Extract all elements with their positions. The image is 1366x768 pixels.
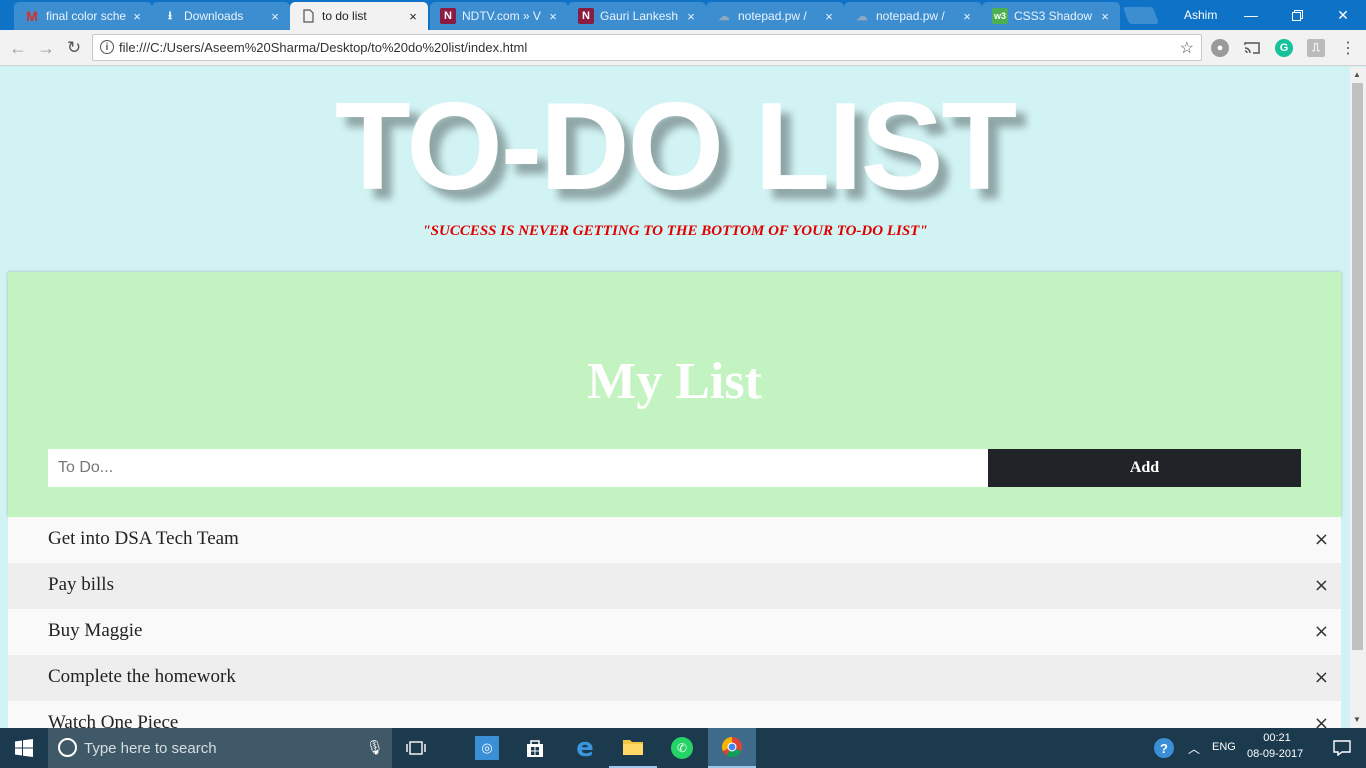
tab-close-icon[interactable]: × [546, 9, 560, 24]
list-header: My List Add [8, 272, 1341, 517]
close-icon[interactable]: × [1314, 713, 1329, 728]
ndtv-icon: N [578, 8, 594, 24]
search-placeholder: Type here to search [84, 740, 217, 757]
address-url[interactable]: file:///C:/Users/Aseem%20Sharma/Desktop/… [119, 40, 527, 55]
list-heading: My List [587, 353, 762, 410]
scroll-down-icon[interactable]: ▼ [1353, 715, 1361, 724]
todo-text: Complete the homework [48, 666, 236, 687]
tab-close-icon[interactable]: × [960, 9, 974, 24]
close-icon[interactable]: × [1314, 667, 1329, 688]
tab-title: Gauri Lankesh [600, 9, 679, 23]
file-explorer-icon[interactable] [609, 728, 657, 768]
extension-icon[interactable]: ● [1211, 39, 1229, 57]
todo-text: Watch One Piece [48, 712, 179, 728]
tab-ndtv[interactable]: N NDTV.com » V × [430, 2, 568, 30]
cortana-icon [58, 738, 77, 757]
page-title: TO-DO LIST [334, 78, 1017, 216]
whatsapp-icon[interactable]: ✆ [658, 728, 706, 768]
tab-title: to do list [322, 9, 367, 23]
reload-icon[interactable]: ↻ [62, 36, 86, 60]
tab-title: NDTV.com » V [462, 9, 541, 23]
tab-title: CSS3 Shadow [1014, 9, 1093, 23]
cast-icon[interactable] [1243, 39, 1261, 57]
tab-close-icon[interactable]: × [130, 9, 144, 24]
page-scrollbar[interactable]: ▲ ▼ [1350, 67, 1366, 728]
grammarly-icon[interactable]: G [1275, 39, 1293, 57]
tab-title: notepad.pw / [738, 9, 807, 23]
language-indicator[interactable]: ENG [1212, 741, 1236, 753]
tab-close-icon[interactable]: × [684, 9, 698, 24]
scroll-up-icon[interactable]: ▲ [1353, 70, 1361, 79]
close-icon[interactable]: × [1314, 575, 1329, 596]
list-item[interactable]: Complete the homework × [8, 655, 1341, 701]
todo-input[interactable] [48, 449, 988, 487]
close-icon[interactable]: × [1314, 621, 1329, 642]
edge-icon[interactable]: e [561, 728, 609, 768]
windows-start-icon[interactable] [0, 728, 48, 768]
tab-gmail[interactable]: M final color sche × [14, 2, 152, 30]
page-content: TO-DO LIST "SUCCESS IS NEVER GETTING TO … [0, 67, 1350, 728]
tab-gauri-lankesh[interactable]: N Gauri Lankesh × [568, 2, 706, 30]
tab-close-icon[interactable]: × [268, 9, 282, 24]
list-item[interactable]: Get into DSA Tech Team × [8, 517, 1341, 563]
tab-title: notepad.pw / [876, 9, 945, 23]
windows-taskbar: Type here to search 🎙 ◎ e ✆ ? ︿ ENG 00:2… [0, 728, 1366, 768]
minimize-icon[interactable]: — [1228, 0, 1274, 30]
gmail-icon: M [26, 8, 38, 24]
info-icon[interactable]: i [100, 40, 114, 54]
todo-list: Get into DSA Tech Team × Pay bills × Buy… [8, 517, 1341, 728]
forward-icon[interactable]: → [34, 36, 58, 60]
scroll-thumb[interactable] [1352, 83, 1363, 650]
add-button[interactable]: Add [988, 449, 1301, 487]
clock-time[interactable]: 00:21 [1262, 732, 1292, 744]
clock-date[interactable]: 08-09-2017 [1247, 748, 1303, 760]
tray-chevron-up-icon[interactable]: ︿ [1182, 728, 1206, 768]
microphone-icon[interactable]: 🎙 [366, 739, 384, 756]
tab-title: final color sche [46, 9, 126, 23]
tab-notepad-1[interactable]: ☁ notepad.pw / × [706, 2, 844, 30]
tab-title: Downloads [184, 9, 244, 23]
ndtv-icon: N [440, 8, 456, 24]
browser-toolbar: ← → ↻ i file:///C:/Users/Aseem%20Sharma/… [0, 30, 1366, 66]
task-view-icon[interactable] [392, 728, 440, 768]
document-icon [300, 8, 316, 24]
tab-close-icon[interactable]: × [406, 9, 420, 24]
taskbar-search[interactable]: Type here to search 🎙 [48, 728, 392, 768]
list-item[interactable]: Watch One Piece × [8, 701, 1341, 728]
tab-close-icon[interactable]: × [822, 9, 836, 24]
w3-icon: w3 [992, 8, 1008, 24]
store-icon[interactable] [511, 728, 559, 768]
todo-text: Buy Maggie [48, 620, 143, 641]
address-bar[interactable]: i file:///C:/Users/Aseem%20Sharma/Deskto… [92, 34, 1202, 61]
chrome-icon[interactable] [708, 728, 756, 768]
quote-text: "SUCCESS IS NEVER GETTING TO THE BOTTOM … [422, 223, 928, 239]
close-window-icon[interactable]: ✕ [1320, 0, 1366, 30]
cloud-icon: ☁ [718, 10, 730, 23]
action-center-icon[interactable] [1318, 728, 1366, 768]
menu-icon[interactable]: ⋮ [1340, 38, 1356, 58]
help-icon[interactable]: ? [1152, 728, 1176, 768]
restore-icon[interactable] [1274, 0, 1320, 30]
browser-tab-strip: M final color sche × ⭳ Downloads × to do… [0, 0, 1366, 30]
profile-name[interactable]: Ashim [1184, 8, 1217, 22]
close-icon[interactable]: × [1314, 529, 1329, 550]
back-icon[interactable]: ← [6, 36, 30, 60]
download-icon: ⭳ [168, 9, 172, 22]
list-item[interactable]: Pay bills × [8, 563, 1341, 609]
bookmark-star-icon[interactable]: ☆ [1180, 38, 1194, 58]
tab-downloads[interactable]: ⭳ Downloads × [152, 2, 290, 30]
list-item[interactable]: Buy Maggie × [8, 609, 1341, 655]
instagram-icon[interactable]: ◎ [463, 728, 511, 768]
tab-css3-shadow[interactable]: w3 CSS3 Shadow × [982, 2, 1120, 30]
todo-text: Get into DSA Tech Team [48, 528, 239, 549]
cloud-icon: ☁ [856, 10, 868, 23]
tab-notepad-2[interactable]: ☁ notepad.pw / × [844, 2, 982, 30]
new-tab-button[interactable] [1122, 7, 1160, 24]
tab-close-icon[interactable]: × [1098, 9, 1112, 24]
pdf-icon[interactable]: ⎍ [1307, 39, 1325, 57]
tab-to-do-list[interactable]: to do list × [290, 2, 428, 30]
todo-text: Pay bills [48, 574, 114, 595]
